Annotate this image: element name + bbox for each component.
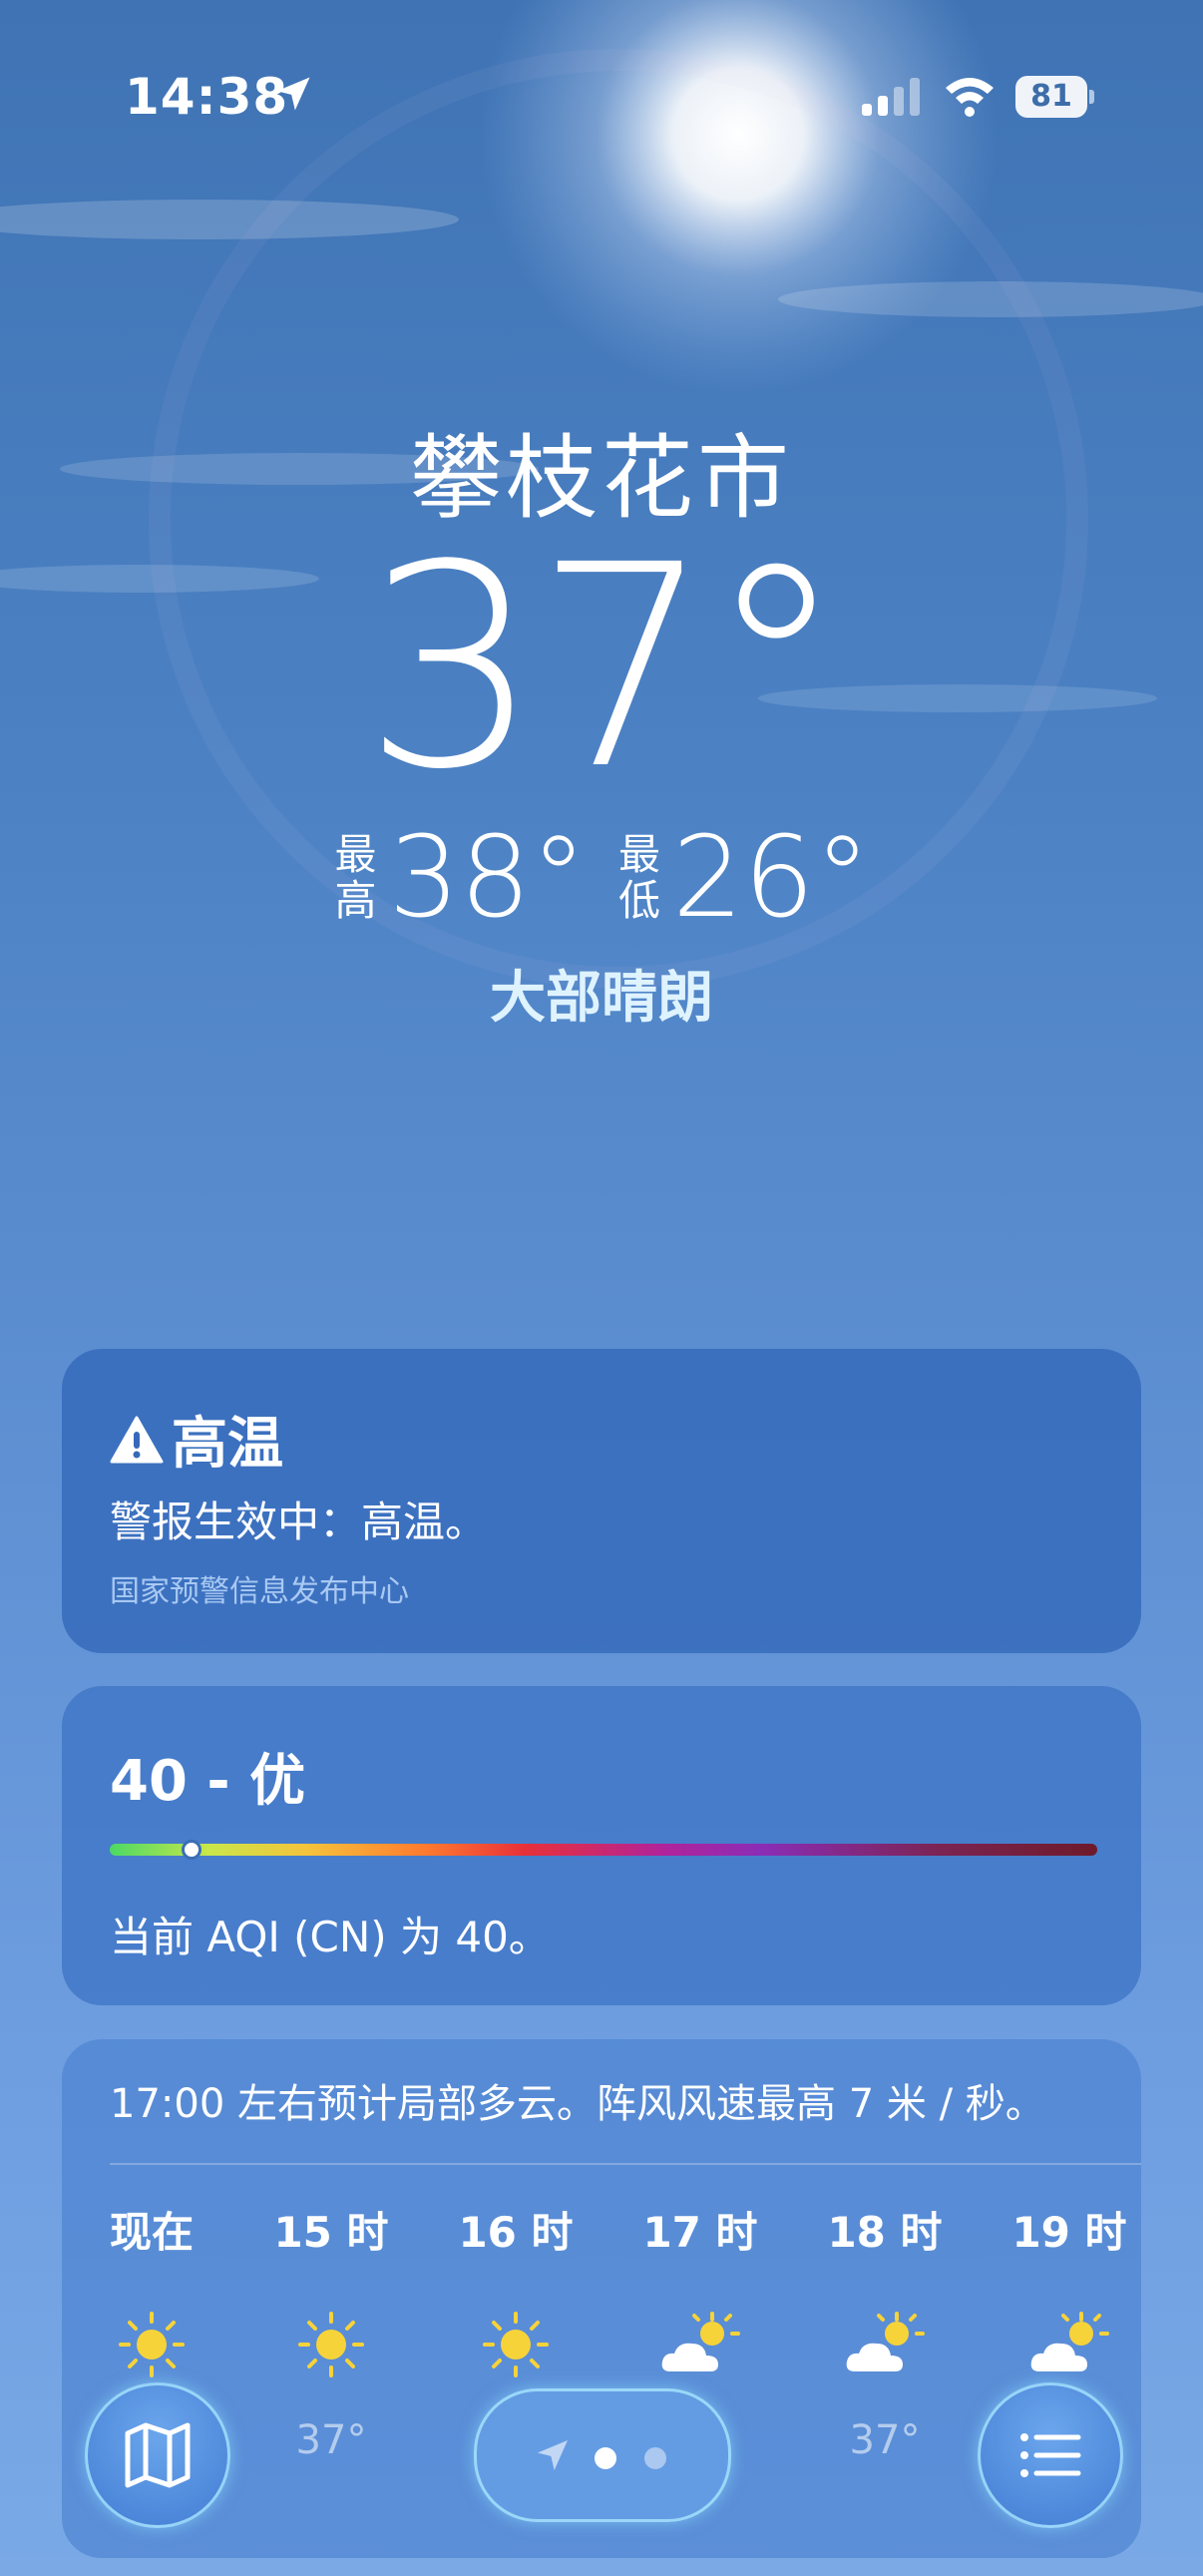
aqi-value: 40 - 优 [110, 1749, 306, 1814]
signal-icon [862, 78, 920, 116]
high-label: 最高 [334, 830, 377, 925]
low-temp: 最低 26° [616, 813, 871, 943]
sun-icon [298, 2312, 364, 2377]
bottom-toolbar [0, 2374, 1203, 2576]
warning-icon [110, 1416, 164, 1463]
hour-label: 现在 [109, 2208, 194, 2257]
hour-label: 17 时 [642, 2208, 758, 2257]
partly-cloudy-icon [1030, 2312, 1109, 2371]
sun-icon [483, 2312, 549, 2377]
battery-tip [1089, 90, 1094, 104]
high-temp: 最高 38° [332, 813, 587, 943]
location-arrow-icon [276, 77, 310, 111]
alert-card[interactable]: 高温 警报生效中：高温。 国家预警信息发布中心 [62, 1349, 1141, 1653]
page-dot[interactable] [644, 2447, 666, 2469]
aqi-description: 当前 AQI (CN) 为 40。 [110, 1913, 551, 1961]
alert-title: 高温 [172, 1412, 283, 1477]
hour-label: 16 时 [458, 2208, 574, 2257]
low-value: 26° [672, 813, 871, 943]
hour-label: 19 时 [1011, 2208, 1127, 2257]
alert-source[interactable]: 国家预警信息发布中心 [110, 1566, 409, 1610]
partly-cloudy-icon [846, 2312, 925, 2371]
wifi-icon [946, 78, 994, 117]
current-temperature: 37° [362, 506, 846, 831]
status-bar: 14:38 81 [0, 0, 1203, 200]
air-quality-card[interactable]: 40 - 优 当前 AQI (CN) 为 40。 [62, 1686, 1141, 2005]
location-arrow-icon [538, 2440, 568, 2470]
map-icon [125, 2422, 191, 2488]
divider [110, 2163, 1141, 2165]
battery-icon: 81 [1015, 76, 1095, 118]
aqi-scale-bar [110, 1840, 1097, 1860]
battery-level: 81 [1015, 76, 1087, 118]
page-indicator[interactable] [474, 2388, 731, 2522]
alert-title-row: 高温 [110, 1399, 283, 1480]
low-label: 最低 [617, 830, 660, 925]
status-time: 14:38 [125, 68, 289, 126]
hour-label: 15 时 [273, 2208, 389, 2257]
list-icon [1020, 2433, 1081, 2477]
aqi-indicator [182, 1840, 202, 1860]
hour-label: 18 时 [827, 2208, 943, 2257]
weather-condition: 大部晴朗 [490, 966, 713, 1031]
alert-message: 警报生效中：高温。 [110, 1498, 488, 1546]
high-value: 38° [388, 813, 587, 943]
sun-icon [119, 2312, 185, 2377]
hourly-summary: 17:00 左右预计局部多云。阵风风速最高 7 米 / 秒。 [110, 2081, 1045, 2127]
map-button[interactable] [85, 2382, 230, 2528]
partly-cloudy-icon [661, 2312, 740, 2371]
high-low: 最高 38° 最低 26° [0, 813, 1203, 943]
list-button[interactable] [978, 2382, 1123, 2528]
page-dot-current[interactable] [595, 2447, 616, 2469]
